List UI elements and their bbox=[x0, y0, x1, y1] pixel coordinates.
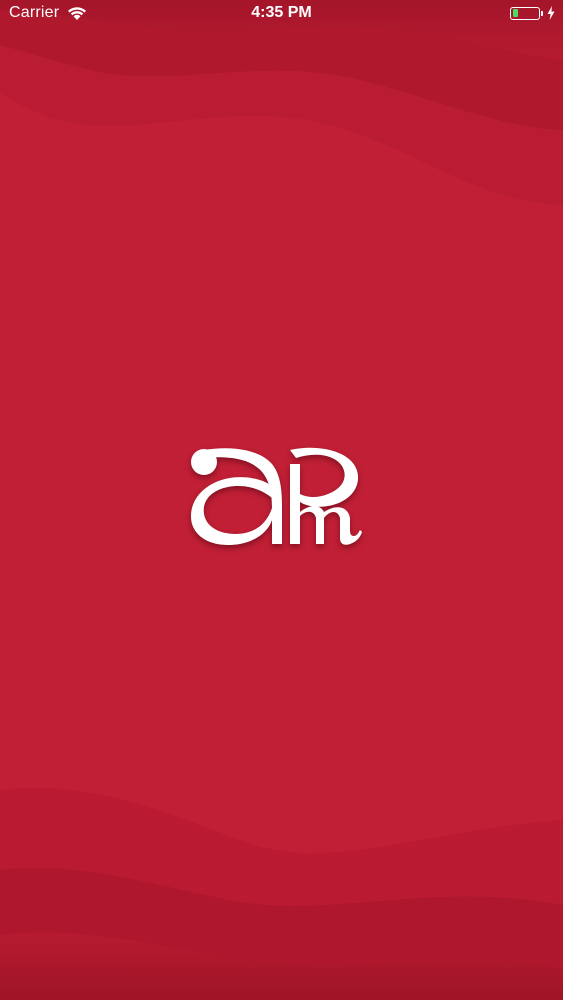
charging-bolt-icon bbox=[547, 6, 555, 20]
logo-m bbox=[300, 506, 362, 545]
logo-p-stem bbox=[290, 464, 300, 544]
status-time: 4:35 PM bbox=[251, 4, 312, 21]
battery-level-fill bbox=[512, 9, 518, 17]
logo-p-bowl bbox=[290, 447, 359, 507]
apm-monogram-logo bbox=[191, 447, 362, 546]
splash-screen: Carrier 4:35 PM bbox=[0, 0, 563, 1000]
logo-a-bowl bbox=[191, 477, 272, 546]
status-bar: Carrier 4:35 PM bbox=[0, 0, 563, 30]
battery-icon bbox=[510, 6, 543, 20]
